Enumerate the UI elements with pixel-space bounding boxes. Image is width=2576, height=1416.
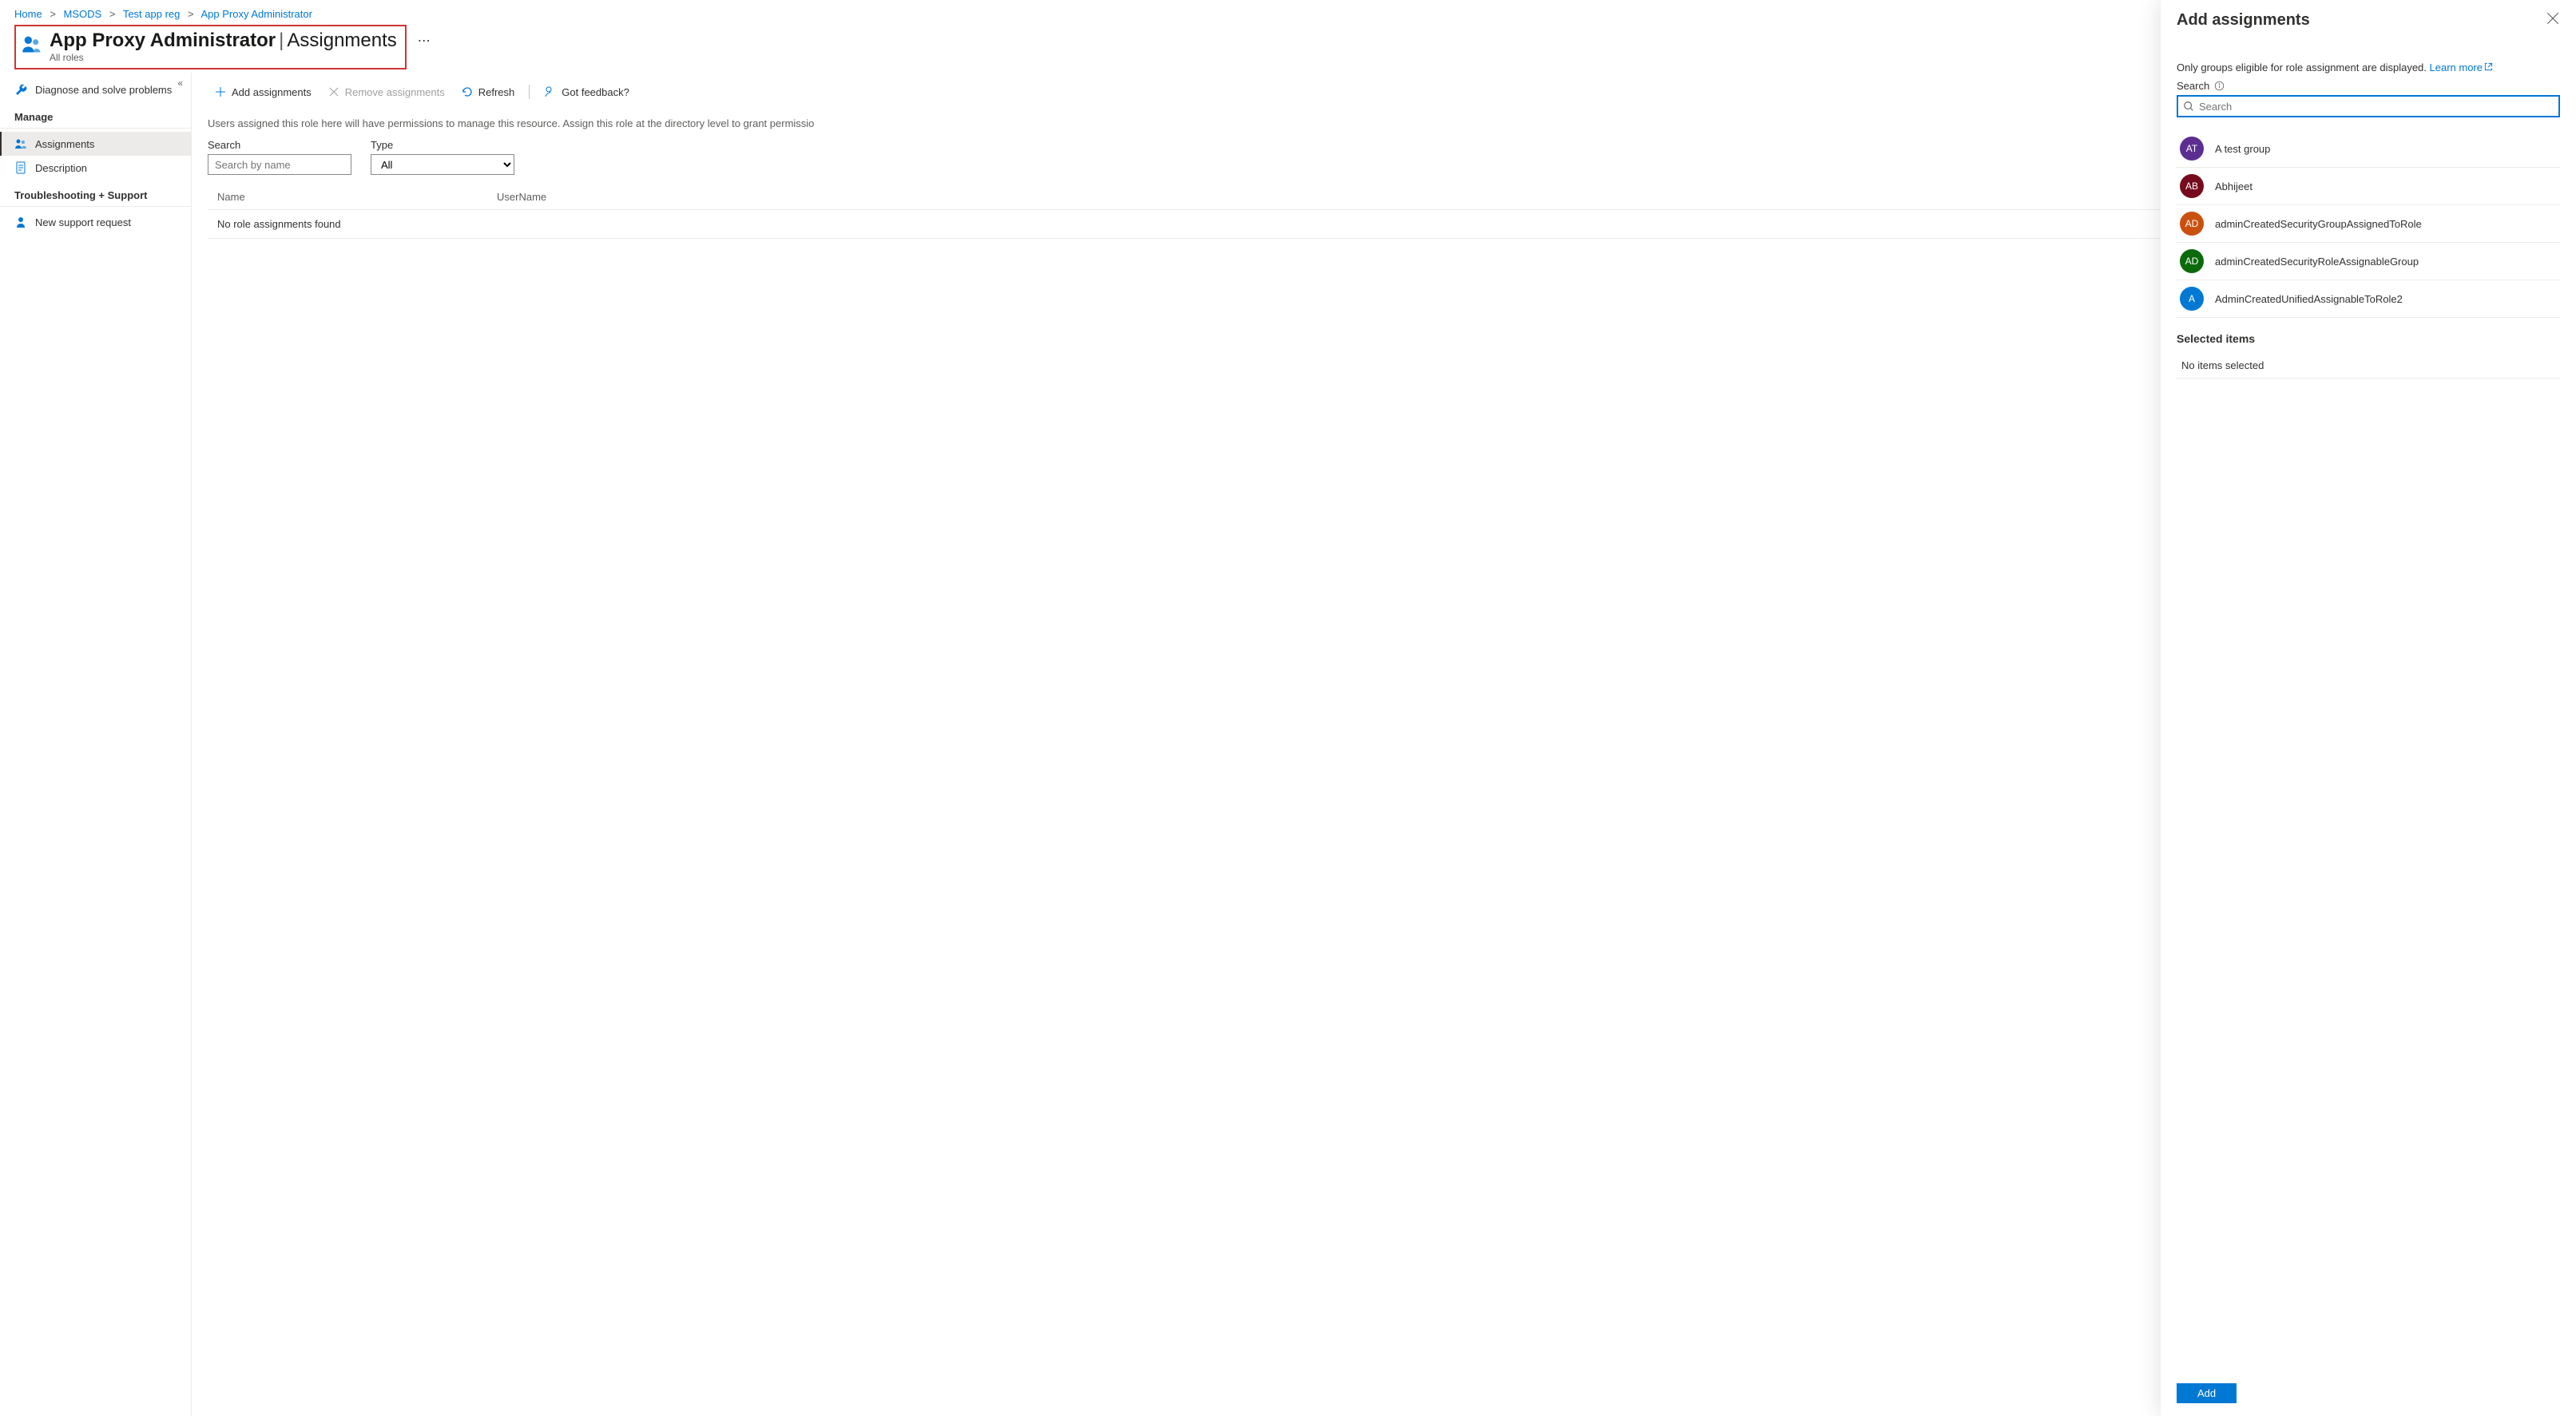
search-input[interactable] (208, 154, 351, 175)
info-icon (2214, 81, 2225, 91)
chevron-right-icon: > (188, 8, 194, 20)
add-assignments-panel: Add assignments Only groups eligible for… (2161, 0, 2576, 1416)
sidebar-section-troubleshoot: Troubleshooting + Support (0, 180, 191, 207)
type-label: Type (371, 139, 514, 151)
external-link-icon (2484, 62, 2493, 71)
avatar: A (2180, 287, 2204, 311)
avatar: AD (2180, 249, 2204, 273)
add-button[interactable]: Add (2177, 1383, 2237, 1403)
sidebar-item-label: Diagnose and solve problems (35, 84, 172, 96)
plus-icon (214, 85, 227, 98)
panel-title: Add assignments (2177, 11, 2310, 30)
result-item[interactable]: AD adminCreatedSecurityRoleAssignableGrou… (2177, 243, 2560, 280)
header-highlight-box: App Proxy Administrator|Assignments All … (14, 25, 407, 69)
add-assignments-button[interactable]: Add assignments (208, 81, 318, 103)
page-subtitle: All roles (50, 52, 397, 63)
result-name: Abhijeet (2215, 180, 2253, 192)
sidebar-section-manage: Manage (0, 101, 191, 129)
panel-search-input[interactable] (2177, 95, 2560, 117)
panel-hint: Only groups eligible for role assignment… (2177, 61, 2560, 73)
breadcrumb-link[interactable]: App Proxy Administrator (200, 8, 312, 20)
panel-search-label: Search (2177, 80, 2560, 92)
sidebar-item-diagnose[interactable]: Diagnose and solve problems (0, 77, 191, 101)
selected-items-empty: No items selected (2177, 353, 2560, 379)
avatar: AT (2180, 137, 2204, 161)
more-actions-button[interactable]: ⋯ (418, 33, 431, 49)
sidebar-item-assignments[interactable]: Assignments (0, 132, 191, 156)
breadcrumb-link[interactable]: Test app reg (123, 8, 181, 20)
refresh-button[interactable]: Refresh (454, 81, 522, 103)
result-item[interactable]: AD adminCreatedSecurityGroupAssignedToRol… (2177, 205, 2560, 243)
column-header-name[interactable]: Name (217, 191, 497, 203)
close-icon[interactable] (2546, 11, 2560, 26)
selected-items-heading: Selected items (2177, 332, 2560, 345)
toolbar-separator (529, 85, 530, 99)
document-icon (14, 161, 27, 174)
people-icon (21, 33, 43, 55)
feedback-icon (544, 85, 557, 98)
remove-assignments-button: Remove assignments (321, 81, 451, 103)
result-name: adminCreatedSecurityGroupAssignedToRole (2215, 218, 2422, 230)
result-item[interactable]: A AdminCreatedUnifiedAssignableToRole2 (2177, 280, 2560, 318)
sidebar-item-label: New support request (35, 216, 131, 228)
people-icon (14, 137, 27, 150)
x-icon (327, 85, 340, 98)
result-name: adminCreatedSecurityRoleAssignableGroup (2215, 256, 2419, 268)
result-name: AdminCreatedUnifiedAssignableToRole2 (2215, 293, 2403, 305)
result-list[interactable]: AT A test group AB Abhijeet AD adminCreatedSe… (2177, 130, 2560, 318)
avatar: AB (2180, 174, 2204, 198)
result-item[interactable]: AT A test group (2177, 130, 2560, 168)
learn-more-link[interactable]: Learn more (2430, 61, 2493, 73)
refresh-icon (461, 85, 474, 98)
breadcrumb-link[interactable]: MSODS (64, 8, 102, 20)
sidebar-item-label: Assignments (35, 138, 94, 150)
wrench-icon (14, 83, 27, 96)
page-title: App Proxy Administrator|Assignments (50, 30, 397, 52)
search-label: Search (208, 139, 351, 151)
collapse-sidebar-button[interactable]: « (177, 77, 183, 89)
sidebar-item-description[interactable]: Description (0, 156, 191, 180)
breadcrumb-link[interactable]: Home (14, 8, 42, 20)
type-select[interactable]: All (371, 154, 514, 175)
chevron-right-icon: > (109, 8, 116, 20)
result-item[interactable]: AB Abhijeet (2177, 168, 2560, 205)
sidebar-item-support[interactable]: New support request (0, 210, 191, 234)
result-name: A test group (2215, 143, 2270, 155)
chevron-right-icon: > (50, 8, 56, 20)
sidebar: « Diagnose and solve problems Manage Ass… (0, 73, 192, 1416)
support-icon (14, 216, 27, 228)
search-icon (2183, 101, 2194, 112)
sidebar-item-label: Description (35, 162, 87, 174)
avatar: AD (2180, 212, 2204, 236)
feedback-button[interactable]: Got feedback? (538, 81, 636, 103)
